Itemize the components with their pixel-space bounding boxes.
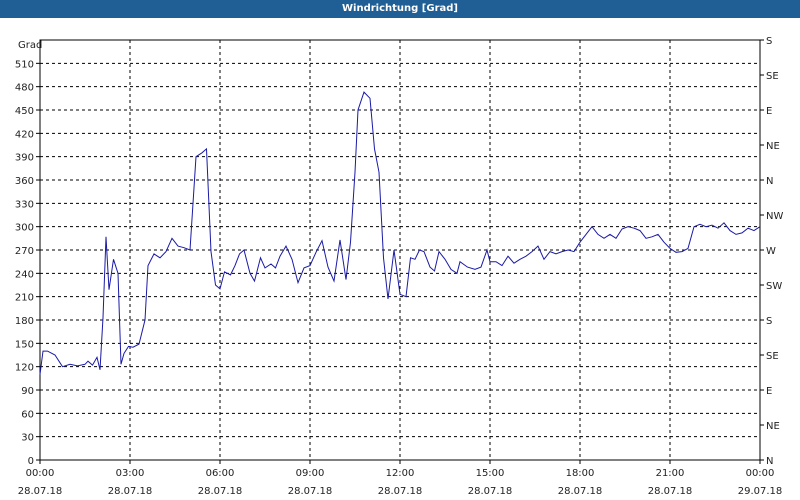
y-tick-label: 330 (15, 199, 34, 210)
x-axis-ticks: 00:00 28.07.18 03:00 28.07.18 06:00 28.07.18 0… (18, 460, 783, 497)
x-tick-date: 28.07.18 (18, 486, 63, 497)
y-axis-ticks: 0 30 60 90 120 150 180 210 240 270 300 330 360 390 420… (15, 59, 40, 467)
compass-tick-label: NW (766, 211, 783, 222)
compass-tick-label: SE (766, 71, 779, 82)
compass-tick-label: N (766, 456, 773, 467)
compass-tick-label: N (766, 176, 773, 187)
y-tick-label: 210 (15, 293, 34, 304)
compass-tick-label: SE (766, 351, 779, 362)
x-tick-date: 28.07.18 (198, 486, 243, 497)
compass-tick-label: W (766, 246, 776, 257)
x-tick-time: 03:00 (116, 468, 145, 479)
compass-tick-label: S (766, 36, 772, 47)
y-tick-label: 150 (15, 339, 34, 350)
x-tick-date: 28.07.18 (378, 486, 423, 497)
y-tick-label: 450 (15, 106, 34, 117)
compass-tick-label: E (766, 106, 772, 117)
y-tick-label: 300 (15, 223, 34, 234)
y-tick-label: 360 (15, 176, 34, 187)
y-tick-label: 390 (15, 153, 34, 164)
compass-tick-label: NE (766, 141, 780, 152)
y-axis-unit: Grad (18, 40, 42, 51)
wind-direction-chart: 0 30 60 90 120 150 180 210 240 270 300 330 360 390 420… (15, 36, 784, 497)
x-tick-date: 28.07.18 (108, 486, 153, 497)
compass-tick-label: SW (766, 281, 782, 292)
x-tick-time: 06:00 (206, 468, 235, 479)
y-tick-label: 510 (15, 59, 34, 70)
compass-axis-ticks: N NE E SE S SW W NW N NE E SE S (760, 36, 783, 467)
x-tick-time: 12:00 (386, 468, 415, 479)
x-tick-date: 28.07.18 (558, 486, 603, 497)
compass-tick-label: NE (766, 421, 780, 432)
x-tick-time: 00:00 (746, 468, 775, 479)
compass-tick-label: E (766, 386, 772, 397)
y-tick-label: 480 (15, 83, 34, 94)
x-tick-time: 18:00 (566, 468, 595, 479)
y-tick-label: 120 (15, 363, 34, 374)
x-tick-time: 00:00 (26, 468, 55, 479)
compass-tick-label: S (766, 316, 772, 327)
y-tick-label: 270 (15, 246, 34, 257)
x-tick-time: 21:00 (656, 468, 685, 479)
window-title: Windrichtung [Grad] (0, 0, 800, 18)
x-tick-date: 28.07.18 (648, 486, 693, 497)
y-tick-label: 90 (21, 386, 34, 397)
y-tick-label: 240 (15, 269, 34, 280)
y-tick-label: 0 (28, 456, 34, 467)
x-tick-date: 29.07.18 (738, 486, 783, 497)
y-tick-label: 30 (21, 433, 34, 444)
y-tick-label: 60 (21, 409, 34, 420)
x-tick-date: 28.07.18 (468, 486, 513, 497)
x-tick-time: 15:00 (476, 468, 505, 479)
x-tick-time: 09:00 (296, 468, 325, 479)
x-tick-date: 28.07.18 (288, 486, 333, 497)
y-tick-label: 420 (15, 129, 34, 140)
y-tick-label: 180 (15, 316, 34, 327)
